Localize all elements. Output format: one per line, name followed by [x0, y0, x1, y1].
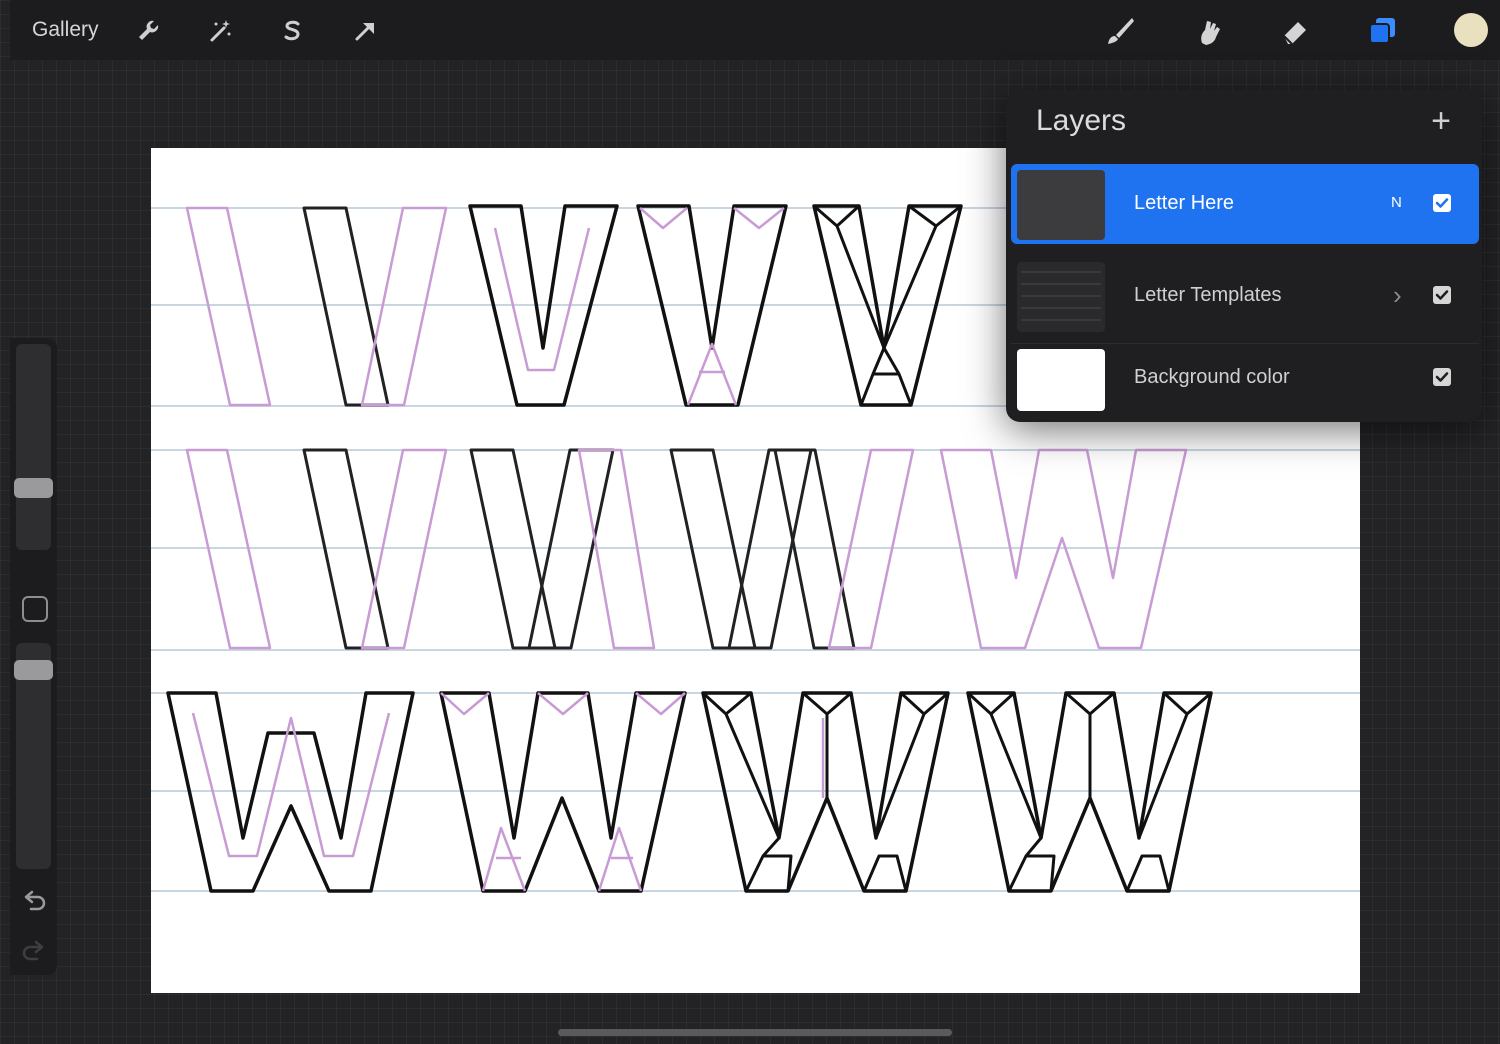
- background-color-swatch[interactable]: [1017, 349, 1105, 411]
- color-picker-swatch[interactable]: [1454, 13, 1488, 47]
- layer-name: Letter Templates: [1134, 284, 1282, 306]
- layer-thumbnail: [1017, 170, 1105, 240]
- layer-name: Letter Here: [1134, 192, 1235, 214]
- layer-row-letter-templates[interactable]: Letter Templates ›: [1011, 256, 1479, 336]
- layer-visibility-checkbox[interactable]: [1433, 286, 1451, 304]
- brush-size-handle[interactable]: [14, 478, 53, 498]
- modifier-button[interactable]: [22, 596, 48, 622]
- gallery-button[interactable]: Gallery: [32, 18, 99, 42]
- layers-panel: Layers + Letter Here N Letter Templates …: [1006, 90, 1482, 422]
- layer-row-background-color[interactable]: Background color: [1011, 343, 1479, 424]
- smudge-icon[interactable]: [1190, 13, 1226, 49]
- selection-s-icon[interactable]: [274, 13, 310, 49]
- magic-wand-icon[interactable]: [202, 13, 238, 49]
- layer-visibility-checkbox[interactable]: [1433, 368, 1451, 386]
- opacity-handle[interactable]: [14, 660, 53, 680]
- opacity-slider[interactable]: [14, 643, 53, 869]
- brush-icon[interactable]: [1102, 13, 1138, 49]
- brush-sidebar: [10, 338, 57, 975]
- arrow-transform-icon[interactable]: [346, 13, 382, 49]
- eraser-icon[interactable]: [1276, 13, 1312, 49]
- undo-button[interactable]: [20, 888, 48, 916]
- home-indicator: [558, 1029, 952, 1036]
- template-stroke-v1: [185, 206, 272, 407]
- chevron-right-icon[interactable]: ›: [1393, 280, 1402, 311]
- wrench-icon[interactable]: [130, 13, 166, 49]
- template-stroke-v2b: [360, 206, 448, 407]
- layers-panel-title: Layers: [1036, 104, 1127, 137]
- brush-size-slider[interactable]: [14, 344, 53, 550]
- blend-mode-button[interactable]: N: [1391, 194, 1402, 211]
- sketch-stroke-v2a: [302, 206, 390, 407]
- layer-group-thumbnail: [1017, 262, 1105, 332]
- layer-visibility-checkbox[interactable]: [1433, 194, 1451, 212]
- layer-row-letter-here[interactable]: Letter Here N: [1011, 164, 1479, 244]
- layers-icon[interactable]: [1364, 13, 1400, 49]
- add-layer-button[interactable]: +: [1424, 104, 1458, 138]
- top-toolbar: Gallery: [10, 0, 1500, 60]
- layer-name: Background color: [1134, 366, 1290, 388]
- redo-button[interactable]: [20, 938, 48, 966]
